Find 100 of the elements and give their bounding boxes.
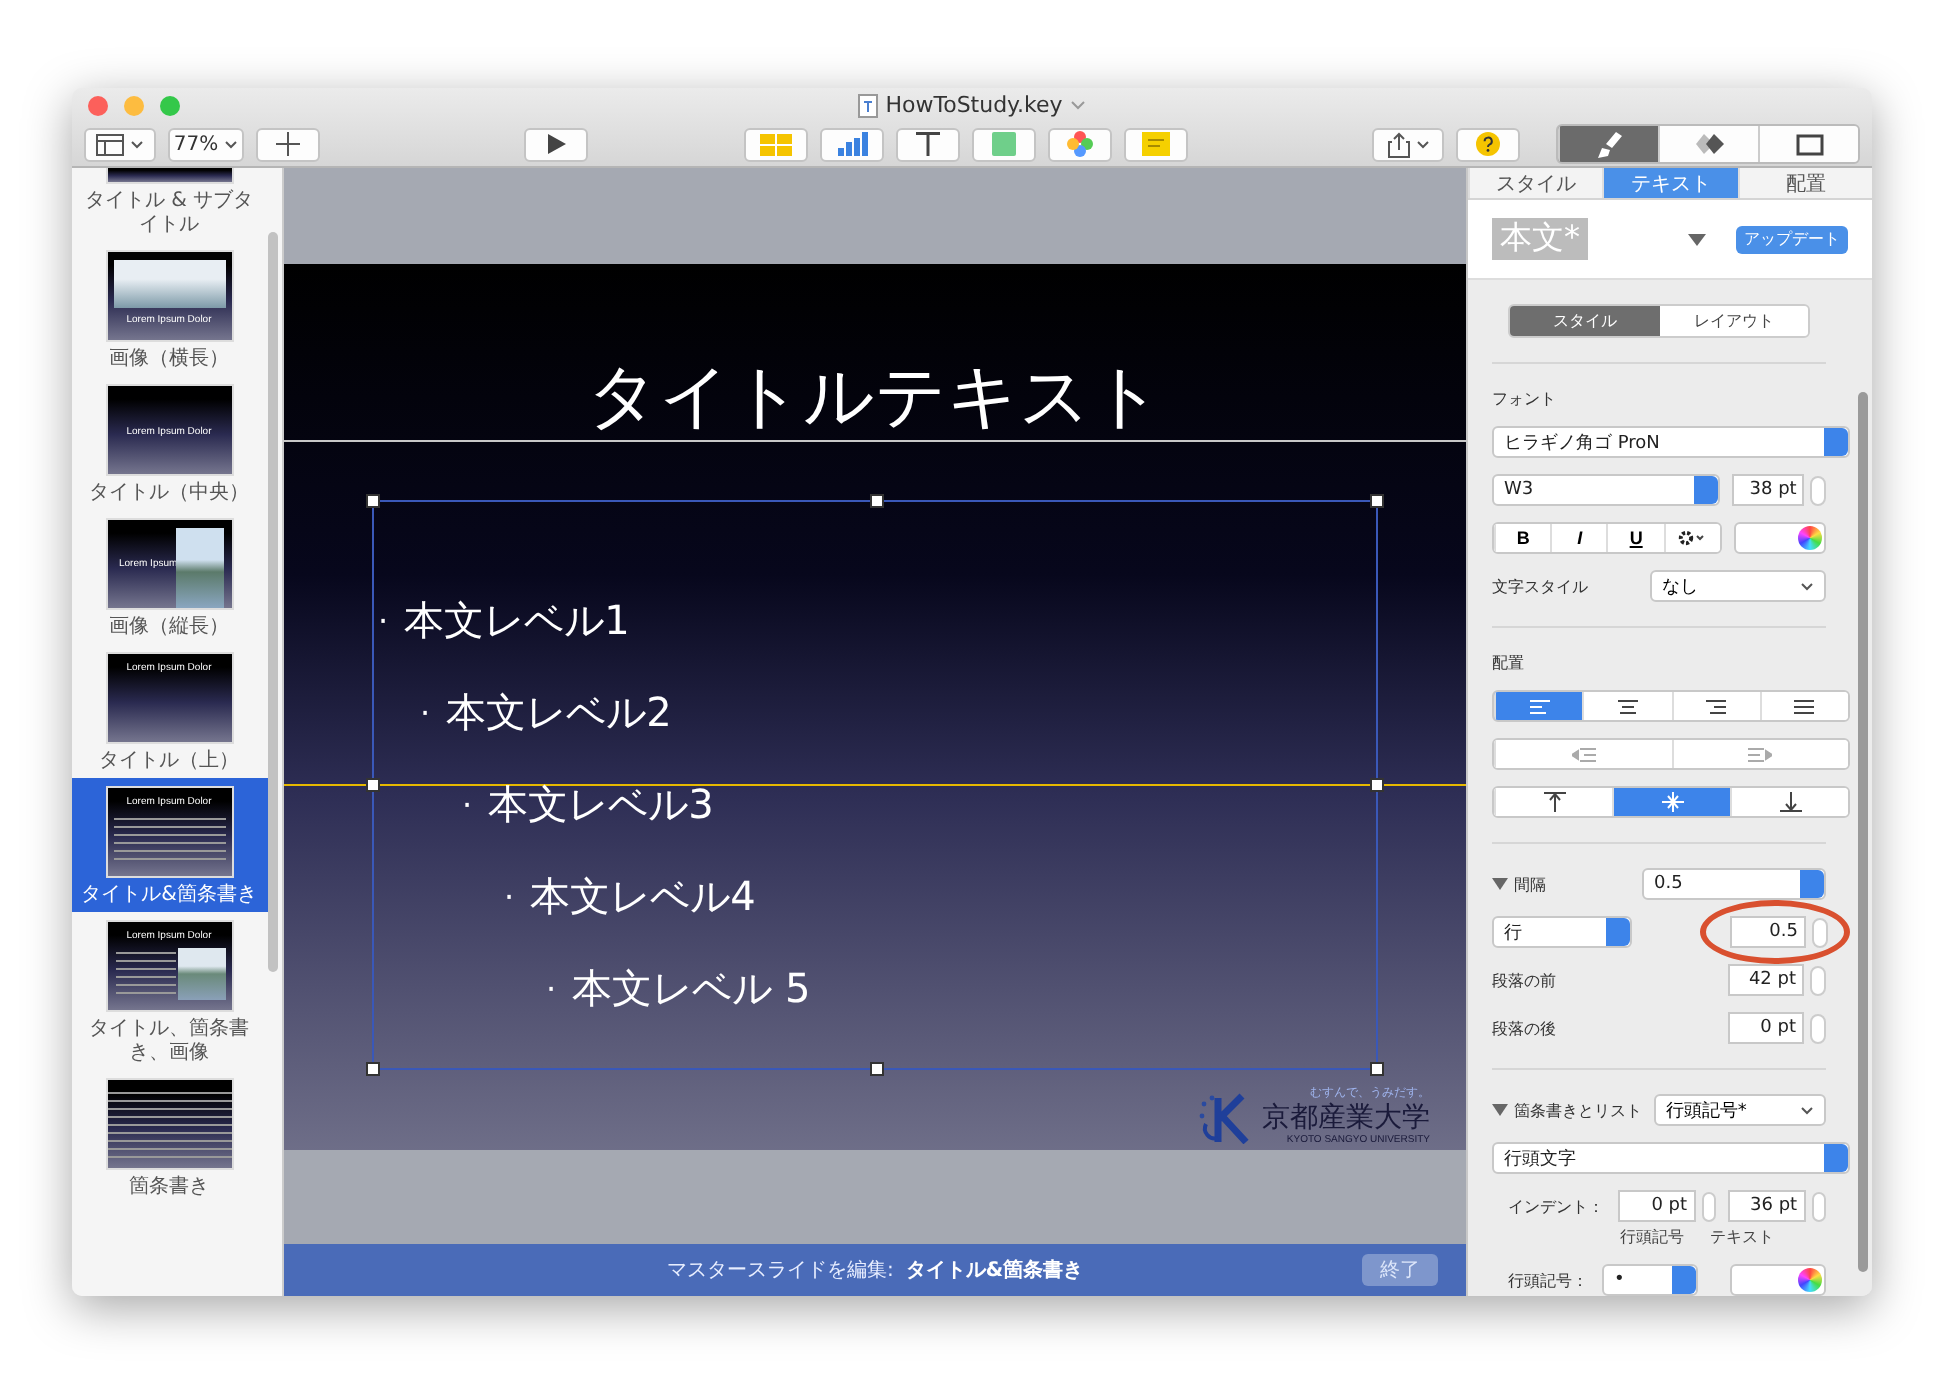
text-color-well[interactable] bbox=[1733, 522, 1826, 554]
tips-button[interactable] bbox=[1456, 127, 1520, 161]
resize-handle[interactable] bbox=[1370, 778, 1384, 792]
text-box[interactable]: · 本文レベル1 · 本文レベル2 · 本文レベル3 · 本文レベル4 · 本文レベル 5 bbox=[372, 500, 1378, 1070]
zoom-menu[interactable]: 77% bbox=[168, 127, 244, 161]
media-button[interactable] bbox=[1048, 127, 1112, 161]
color-wheel-icon[interactable] bbox=[1798, 1268, 1822, 1292]
bullet-mark: · bbox=[546, 969, 557, 1007]
vertical-align-icon bbox=[1543, 792, 1565, 812]
resize-handle[interactable] bbox=[1370, 1062, 1384, 1076]
segment-tab[interactable]: スタイル bbox=[1510, 306, 1659, 336]
bullet-mark: · bbox=[504, 877, 515, 915]
photo-placeholder bbox=[113, 260, 225, 308]
window-title: HowToStudy.key bbox=[885, 92, 1063, 118]
disclosure-triangle-icon[interactable] bbox=[1492, 1104, 1508, 1116]
font-weight-select[interactable]: W3 bbox=[1492, 474, 1721, 506]
chart-button[interactable] bbox=[820, 127, 884, 161]
resize-handle[interactable] bbox=[870, 1062, 884, 1076]
align-button[interactable] bbox=[1759, 692, 1848, 720]
gear-icon bbox=[1678, 530, 1707, 546]
share-button[interactable] bbox=[1372, 127, 1444, 161]
gear-menu-button[interactable] bbox=[1663, 524, 1720, 552]
slide-title[interactable]: タイトルテキスト bbox=[587, 360, 1163, 436]
bullet-text: 本文レベル 5 bbox=[572, 961, 811, 1015]
view-button[interactable] bbox=[84, 127, 156, 161]
slide-thumbnail bbox=[105, 168, 233, 184]
document-icon bbox=[857, 93, 878, 117]
field-label: 段落の後 bbox=[1492, 1017, 1556, 1039]
bullet-indent-field[interactable]: 0 pt bbox=[1618, 1190, 1696, 1222]
scrollbar[interactable] bbox=[1858, 392, 1868, 1272]
dropdown-triangle-icon[interactable] bbox=[1688, 233, 1706, 246]
share-icon bbox=[1387, 131, 1409, 157]
close-button[interactable] bbox=[88, 96, 108, 116]
align-icon bbox=[1617, 699, 1638, 713]
list-preset-menu[interactable]: 行頭記号* bbox=[1653, 1094, 1826, 1126]
font-family-select[interactable]: ヒラギノ角ゴ ProN bbox=[1492, 426, 1850, 458]
caret-icon bbox=[224, 139, 239, 149]
question-icon bbox=[1476, 132, 1500, 156]
slide-label: タイトル&箇条書き bbox=[79, 884, 259, 908]
text-box-button[interactable] bbox=[896, 127, 960, 161]
inspector-tab[interactable]: 配置 bbox=[1737, 168, 1872, 199]
play-button[interactable] bbox=[524, 127, 588, 161]
bullet-mark: · bbox=[420, 693, 431, 731]
slide-label: タイトル & サブタイトル bbox=[82, 190, 256, 238]
color-wheel-icon[interactable] bbox=[1798, 526, 1822, 550]
vertical-align-icon bbox=[1779, 792, 1801, 812]
caret-icon bbox=[130, 139, 144, 149]
master-slide-item[interactable]: タイトル & サブタイトル bbox=[72, 168, 267, 242]
bullet-text: 本文レベル4 bbox=[530, 869, 756, 923]
resize-handle[interactable] bbox=[1370, 494, 1384, 508]
field-label: 行頭記号： bbox=[1508, 1269, 1588, 1291]
spacing-mode-select[interactable]: 行 bbox=[1492, 916, 1632, 948]
format-button[interactable] bbox=[1558, 126, 1658, 162]
disclosure-triangle-icon[interactable] bbox=[1492, 878, 1508, 890]
indent-icon bbox=[1748, 747, 1773, 761]
document-button[interactable] bbox=[1758, 126, 1858, 162]
field-caption: 行頭記号 bbox=[1620, 1226, 1684, 1248]
section-heading: 箇条書きとリスト bbox=[1513, 1099, 1642, 1121]
photo-placeholder bbox=[175, 528, 223, 608]
vertical-align-button[interactable] bbox=[1730, 788, 1848, 816]
plus-icon bbox=[276, 132, 300, 156]
text-lines-drawing bbox=[113, 818, 225, 862]
align-icon bbox=[1794, 699, 1815, 713]
spacing-select[interactable]: 0.5 bbox=[1642, 868, 1826, 900]
resize-handle[interactable] bbox=[366, 494, 380, 508]
slide-label: 画像（縦長） bbox=[107, 616, 231, 640]
square-icon bbox=[992, 132, 1016, 156]
segment-tab[interactable]: レイアウト bbox=[1659, 306, 1808, 336]
master-slide-item[interactable]: 箇条書き bbox=[72, 1070, 267, 1204]
section-heading: フォント bbox=[1492, 388, 1558, 410]
font-size-field[interactable]: 38 pt bbox=[1732, 474, 1805, 506]
bullet-type-select[interactable]: 行頭文字 bbox=[1492, 1142, 1850, 1174]
slide-label: 箇条書き bbox=[127, 1176, 211, 1200]
align-icon bbox=[1529, 699, 1550, 713]
text-indent-field[interactable]: 36 pt bbox=[1728, 1190, 1806, 1222]
comment-icon bbox=[1142, 132, 1170, 156]
sidebar-icon bbox=[96, 133, 124, 155]
bullet-text: 本文レベル3 bbox=[488, 777, 714, 831]
line-spacing-field[interactable]: 0.5 bbox=[1730, 916, 1806, 948]
field-label: 文字スタイル bbox=[1492, 575, 1588, 597]
bullet-character-select[interactable]: • bbox=[1602, 1264, 1698, 1296]
comment-button[interactable] bbox=[1124, 127, 1188, 161]
space-before-field[interactable]: 42 pt bbox=[1728, 964, 1804, 996]
paintbrush-icon bbox=[1595, 131, 1623, 157]
section-heading: 間隔 bbox=[1514, 873, 1546, 895]
align-icon bbox=[1706, 699, 1727, 713]
resize-handle[interactable] bbox=[870, 494, 884, 508]
outdent-icon bbox=[1571, 747, 1596, 761]
animate-button[interactable] bbox=[1658, 126, 1758, 162]
caret-icon bbox=[1800, 1105, 1814, 1115]
resize-handle[interactable] bbox=[366, 778, 380, 792]
bullet-color-well[interactable] bbox=[1730, 1264, 1826, 1296]
resize-handle[interactable] bbox=[366, 1062, 380, 1076]
character-style-menu[interactable]: なし bbox=[1650, 570, 1826, 602]
vertical-align-icon bbox=[1661, 792, 1683, 812]
space-after-field[interactable]: 0 pt bbox=[1728, 1012, 1804, 1044]
scrollbar[interactable] bbox=[268, 232, 278, 972]
flower-icon bbox=[1066, 130, 1094, 158]
edit-master-label: マスタースライドを編集: bbox=[666, 1258, 894, 1284]
add-slide-button[interactable] bbox=[256, 127, 320, 161]
